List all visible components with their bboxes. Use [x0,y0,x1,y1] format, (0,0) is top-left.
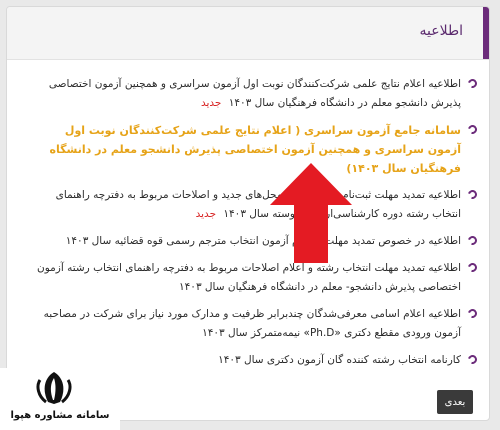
red-arrow-up-icon [270,163,352,263]
announcement-text[interactable]: کارنامه انتخاب رشته کننده گان آزمون دکتر… [218,354,461,366]
announcement-item[interactable]: اطلاعیه در خصوص تمدید مهلت ثبت‌نام آزمون… [29,232,479,251]
header-accent-bar [483,7,489,59]
announcement-item-highlighted[interactable]: سامانه جامع آزمون سراسری ( اعلام نتایج ع… [29,121,479,178]
bullet-icon [466,188,479,201]
bullet-icon [466,307,479,320]
logo-text: سامانه مشاوره هپوا [10,410,110,421]
announcement-item[interactable]: اطلاعیه تمدید مهلت ثبت‌نام و اعلام رشته‌… [29,186,479,224]
bullet-icon [466,261,479,274]
next-page-button[interactable]: بعدی [437,390,473,414]
new-badge: جدید [195,208,217,220]
announcements-panel: اطلاعیه اطلاعیه اعلام نتایج علمی شرکت‌کن… [6,6,490,421]
announcement-item[interactable]: اطلاعیه اعلام اسامی معرفی‌شدگان چندبرابر… [29,305,479,343]
new-badge: جدید [200,97,222,109]
announcement-text[interactable]: اطلاعیه اعلام اسامی معرفی‌شدگان چندبرابر… [44,308,461,339]
panel-header: اطلاعیه [7,7,489,60]
announcement-text[interactable]: اطلاعیه تمدید مهلت ثبت‌نام و اعلام رشته‌… [56,189,461,220]
announcement-list: اطلاعیه اعلام نتایج علمی شرکت‌کنندگان نو… [7,75,489,378]
brand-logo: سامانه مشاوره هپوا [0,368,120,430]
bullet-icon [466,353,479,366]
logo-emblem-icon [36,372,72,404]
bullet-icon [466,77,479,90]
announcement-text[interactable]: اطلاعیه در خصوص تمدید مهلت ثبت‌نام آزمون… [66,235,461,247]
panel-title: اطلاعیه [419,23,463,39]
bullet-icon [466,234,479,247]
announcement-text[interactable]: سامانه جامع آزمون سراسری ( اعلام نتایج ع… [49,124,461,175]
announcement-item[interactable]: اطلاعیه تمدید مهلت انتخاب رشته و اعلام ا… [29,259,479,297]
announcement-text[interactable]: اطلاعیه اعلام نتایج علمی شرکت‌کنندگان نو… [49,78,461,109]
announcement-text[interactable]: اطلاعیه تمدید مهلت انتخاب رشته و اعلام ا… [37,262,461,293]
bullet-icon [466,123,479,136]
announcement-item[interactable]: اطلاعیه اعلام نتایج علمی شرکت‌کنندگان نو… [29,75,479,113]
